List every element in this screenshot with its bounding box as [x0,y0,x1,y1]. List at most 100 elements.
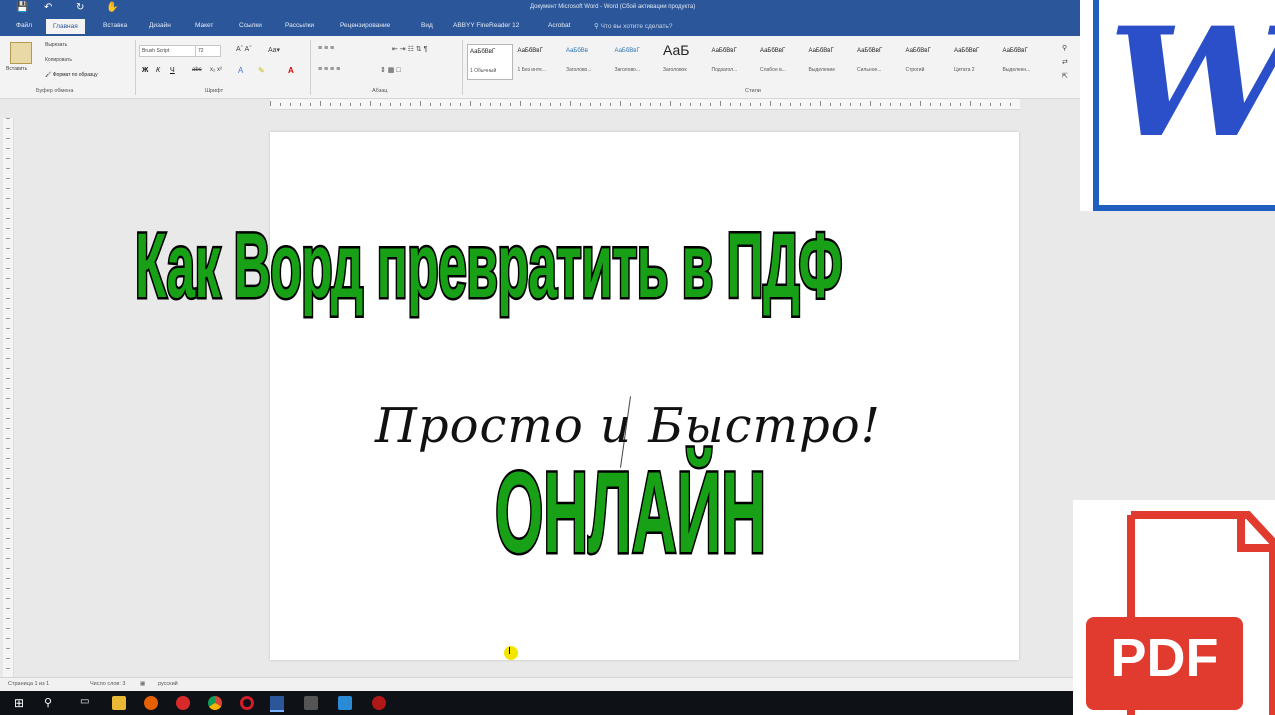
word-count[interactable]: Число слов: 3 [90,681,125,687]
tab-acrobat[interactable]: Acrobat [548,22,570,29]
copy-button[interactable]: Копировать [45,57,72,63]
style-tile[interactable]: АаБбВвГ Выделение [807,44,851,78]
style-tile[interactable]: АаБбВвГ 1 Без инте... [516,44,560,78]
style-tile[interactable]: АаБбВвГ Цитата 2 [952,44,996,78]
italic-button[interactable]: К [156,67,160,74]
task-view-icon[interactable]: ▭ [80,696,94,710]
ruler-tick [460,103,461,106]
ruler-tick [6,618,10,619]
opera-icon[interactable] [240,696,254,710]
font-color-icon[interactable]: A [288,66,294,75]
tab-mailings[interactable]: Рассылки [285,22,314,29]
style-tile[interactable]: АаБбВвГ 1 Обычный [467,44,513,80]
ruler-tick [450,103,451,106]
file-explorer-icon[interactable] [112,696,126,710]
style-name: 1 Без инте... [517,67,547,73]
bullets-icon[interactable]: ≡ ≡ ≡ [318,45,334,52]
tab-insert[interactable]: Вставка [103,22,127,29]
tab-view[interactable]: Вид [421,22,433,29]
tab-home[interactable]: Главная [46,19,85,34]
style-tile[interactable]: АаБбВвГ Строгий [904,44,948,78]
proofing-icon[interactable]: ▦ [140,681,145,687]
style-tile[interactable]: АаБбВвГ Сильное... [855,44,899,78]
ruler-tick [650,103,651,106]
tab-layout[interactable]: Макет [195,22,213,29]
ruler-tick [910,103,911,106]
select-icon[interactable]: ⇱ [1062,72,1068,80]
cut-button[interactable]: Вырезать [45,42,67,48]
tab-file[interactable]: Файл [16,22,32,29]
ruler-tick [830,103,831,106]
tab-abbyy[interactable]: ABBYY FineReader 12 [453,22,519,29]
horizontal-ruler[interactable] [270,99,1020,110]
divider [462,40,463,95]
ruler-tick [660,103,661,106]
mouse-pointer-highlight: I [504,646,518,660]
redo-icon[interactable]: ↻ [76,2,84,13]
ruler-tick [970,101,971,106]
highlight-icon[interactable]: ✎ [258,66,265,75]
style-tile[interactable]: АаБбВвГ Выделенн... [1001,44,1045,78]
align-icons[interactable]: ≡ ≡ ≡ ≡ [318,66,340,73]
style-tile[interactable]: АаБ Заголовок [661,42,705,78]
ruler-tick [960,103,961,106]
word-taskbar-icon[interactable] [270,696,284,712]
chrome-icon[interactable] [208,696,222,710]
page-count[interactable]: Страница 1 из 1 [8,681,49,687]
style-tile[interactable]: АаБбВвГ Слабое в... [758,44,802,78]
tab-review[interactable]: Рецензирование [340,22,390,29]
bold-button[interactable]: Ж [142,67,148,74]
style-tile[interactable]: АаБбВв Заголово... [564,44,608,78]
style-name: Заголовок [663,67,687,73]
save-icon[interactable]: 💾 [16,2,28,13]
windows-start-icon[interactable]: ⊞ [14,696,28,710]
tab-references[interactable]: Ссылки [239,22,262,29]
ruler-tick [980,103,981,106]
media-icon[interactable] [304,696,318,710]
ruler-tick [6,228,10,229]
style-name: Сильное... [857,67,882,73]
touch-mode-icon[interactable]: ✋ [106,2,118,13]
subscript-button[interactable]: x₂ x² [210,67,222,73]
ruler-tick [330,103,331,106]
ruler-tick [6,388,10,389]
tell-me-search[interactable]: ⚲ Что вы хотите сделать? [594,22,672,30]
font-size-select[interactable]: 72 [195,45,221,57]
ruler-tick [6,508,10,509]
find-icon[interactable]: ⚲ [1062,44,1067,52]
record-icon[interactable] [372,696,386,710]
grow-font-icon[interactable]: Aˆ Aˇ [236,46,252,53]
style-preview: АаБ [663,42,690,58]
ruler-tick [6,418,10,419]
ruler-tick [6,588,10,589]
document-page[interactable] [270,132,1019,660]
paste-button[interactable]: Вставить [6,66,27,72]
pdf-label-badge: PDF [1086,617,1243,710]
style-tile[interactable]: АаБбВвГ Заголово... [613,44,657,78]
paste-icon[interactable] [10,42,32,64]
strikethrough-button[interactable]: abc [192,67,202,73]
line-spacing-icon[interactable]: ⇕ ▦ □ [380,66,401,74]
style-preview: АаБбВв [566,48,588,54]
language-indicator[interactable]: русский [158,681,178,687]
indent-icon[interactable]: ⇤ ⇥ ☷ ⇅ ¶ [392,45,427,53]
firefox-icon[interactable] [144,696,158,710]
search-icon[interactable]: ⚲ [44,696,58,710]
undo-icon[interactable]: ↶ [44,2,52,13]
ruler-tick [6,148,10,149]
ruler-tick [590,103,591,106]
replace-icon[interactable]: ⇄ [1062,58,1068,66]
change-case-icon[interactable]: Aa▾ [268,46,280,54]
underline-button[interactable]: Ч [170,67,175,74]
ruler-tick [380,103,381,106]
ruler-tick [520,101,521,106]
text-effects-icon[interactable]: A [238,66,243,75]
edge-icon[interactable] [338,696,352,710]
style-preview: АаБбВвГ [760,48,786,54]
tab-design[interactable]: Дизайн [149,22,171,29]
format-painter-button[interactable]: 🖌 Формат по образцу [45,72,98,78]
style-tile[interactable]: АаБбВвГ Подзагол... [710,44,754,78]
ruler-tick [6,168,10,169]
yandex-icon[interactable] [176,696,190,710]
ruler-tick [6,138,10,139]
